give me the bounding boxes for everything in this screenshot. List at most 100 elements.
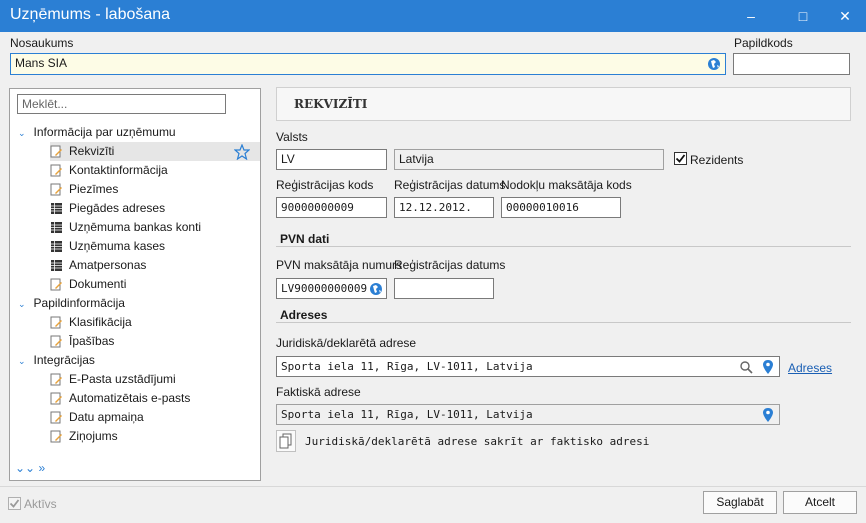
legal-address-value: Sporta iela 11, Rīga, LV-1011, Latvija (281, 360, 533, 373)
edit-document-icon (50, 430, 62, 443)
sidebar-item-label: Amatpersonas (69, 258, 147, 272)
sidebar-item-label: Ziņojums (69, 429, 118, 443)
map-pin-icon[interactable] (762, 407, 774, 423)
vat-no-label: PVN maksātāja numurs (276, 258, 403, 272)
name-input[interactable]: Mans SIA (10, 53, 726, 75)
tree-group-label: Integrācijas (33, 353, 95, 367)
sidebar-item-label: Datu apmaiņa (69, 410, 144, 424)
grid-list-icon (51, 203, 62, 215)
tree-group-company-info[interactable]: ⌄ Informācija par uzņēmumu (18, 123, 176, 142)
actual-address-value: Sporta iela 11, Rīga, LV-1011, Latvija (281, 408, 533, 421)
tax-no-label: Nodokļu maksātāja kods (501, 178, 632, 192)
star-icon[interactable] (234, 144, 250, 160)
legal-address-input[interactable]: Sporta iela 11, Rīga, LV-1011, Latvija (276, 356, 780, 377)
sidebar-item-documents[interactable]: Dokumenti (50, 275, 260, 294)
tree-group-integrations[interactable]: ⌄ Integrācijas (18, 351, 95, 370)
double-chevron-right-icon[interactable]: » (38, 461, 45, 475)
sidebar-item-messages[interactable]: Ziņojums (50, 427, 260, 446)
resident-label: Rezidents (690, 153, 744, 167)
addresses-link[interactable]: Adreses (788, 361, 832, 375)
divider (276, 246, 851, 247)
cancel-button[interactable]: Atcelt (783, 491, 857, 514)
country-label: Valsts (276, 130, 308, 144)
globe-icon[interactable] (369, 282, 383, 296)
sidebar-item-delivery-addresses[interactable]: Piegādes adreses (50, 199, 260, 218)
edit-document-icon (50, 278, 62, 291)
sidebar-item-label: Kontaktinformācija (69, 163, 168, 177)
sidebar-item-properties[interactable]: Īpašības (50, 332, 260, 351)
same-address-text: Juridiskā/deklarētā adrese sakrīt ar fak… (305, 435, 650, 448)
edit-document-icon (50, 145, 62, 158)
close-button[interactable]: ✕ (824, 0, 866, 32)
sidebar-item-cash-desks[interactable]: Uzņēmuma kases (50, 237, 260, 256)
edit-document-icon (50, 183, 62, 196)
active-checkbox (8, 497, 21, 510)
addresses-title: Adreses (280, 308, 328, 322)
sidebar-item-bank-accounts[interactable]: Uzņēmuma bankas konti (50, 218, 260, 237)
extra-code-label: Papildkods (734, 36, 793, 50)
minimize-button[interactable]: – (728, 0, 774, 32)
navigation-panel: Meklēt... ⌄ Informācija par uzņēmumu Rekv… (9, 88, 261, 481)
double-chevron-down-icon[interactable]: ⌄⌄ (15, 461, 35, 475)
extra-code-input[interactable] (733, 53, 850, 75)
sidebar-item-officials[interactable]: Amatpersonas (50, 256, 260, 275)
reg-code-input[interactable]: 90000000009 (276, 197, 387, 218)
search-icon[interactable] (739, 360, 753, 374)
edit-document-icon (50, 316, 62, 329)
reg-date-label: Reģistrācijas datums (394, 178, 506, 192)
edit-document-icon (50, 164, 62, 177)
tree-group-additional-info[interactable]: ⌄ Papildinformācija (18, 294, 125, 313)
grid-list-icon (51, 260, 62, 272)
sidebar-item-contacts[interactable]: Kontaktinformācija (50, 161, 260, 180)
edit-document-icon (50, 373, 62, 386)
sidebar-item-auto-email[interactable]: Automatizētais e-pasts (50, 389, 260, 408)
copy-address-button[interactable] (276, 430, 296, 452)
edit-document-icon (50, 411, 62, 424)
sidebar-item-rekviziti[interactable]: Rekvizīti (50, 142, 260, 161)
title-bar: Uzņēmums - labošana – □ ✕ (0, 0, 866, 32)
collapse-expand-icons[interactable]: ⌄⌄ » (15, 461, 45, 475)
chevron-down-icon[interactable]: ⌄ (18, 356, 26, 366)
name-label: Nosaukums (10, 36, 74, 50)
grid-list-icon (51, 241, 62, 253)
edit-document-icon (50, 392, 62, 405)
sidebar-item-label: Uzņēmuma kases (69, 239, 166, 253)
save-button[interactable]: Saglabāt (703, 491, 777, 514)
divider (276, 322, 851, 323)
country-code-input[interactable]: LV (276, 149, 387, 170)
copy-document-icon (279, 433, 292, 449)
checkmark-icon (675, 154, 686, 163)
section-header: REKVIZĪTI (276, 87, 851, 121)
active-label: Aktīvs (24, 497, 57, 511)
vat-reg-date-input[interactable] (394, 278, 494, 299)
sidebar-item-label: Īpašības (69, 334, 115, 348)
sidebar-item-data-exchange[interactable]: Datu apmaiņa (50, 408, 260, 427)
sidebar-item-label: Piezīmes (69, 182, 119, 196)
window-title: Uzņēmums - labošana (10, 6, 171, 23)
tree-group-label: Papildinformācija (33, 296, 125, 310)
maximize-button[interactable]: □ (780, 0, 826, 32)
sidebar-item-label: Uzņēmuma bankas konti (69, 220, 202, 234)
actual-address-label: Faktiskā adrese (276, 385, 361, 399)
footer-divider (0, 486, 866, 487)
vat-no-input[interactable]: LV90000000009 (276, 278, 387, 299)
sidebar-search-input[interactable]: Meklēt... (17, 94, 226, 114)
sidebar-item-email-settings[interactable]: E-Pasta uzstādījumi (50, 370, 260, 389)
resident-checkbox[interactable] (674, 152, 687, 165)
actual-address-field: Sporta iela 11, Rīga, LV-1011, Latvija (276, 404, 780, 425)
sidebar-item-label: Automatizētais e-pasts (69, 391, 191, 405)
reg-code-label: Reģistrācijas kods (276, 178, 374, 192)
reg-date-input[interactable]: 12.12.2012. (394, 197, 494, 218)
sidebar-item-classification[interactable]: Klasifikācija (50, 313, 260, 332)
sidebar-item-label: Dokumenti (69, 277, 127, 291)
globe-icon[interactable] (707, 57, 721, 71)
chevron-down-icon[interactable]: ⌄ (18, 299, 26, 309)
name-input-value: Mans SIA (15, 56, 68, 70)
map-pin-icon[interactable] (762, 359, 774, 375)
chevron-down-icon[interactable]: ⌄ (18, 128, 26, 138)
sidebar-item-notes[interactable]: Piezīmes (50, 180, 260, 199)
vat-title: PVN dati (280, 232, 330, 246)
tax-no-input[interactable]: 00000010016 (501, 197, 621, 218)
vat-no-value: LV90000000009 (281, 282, 368, 295)
sidebar-item-label: Klasifikācija (69, 315, 132, 329)
